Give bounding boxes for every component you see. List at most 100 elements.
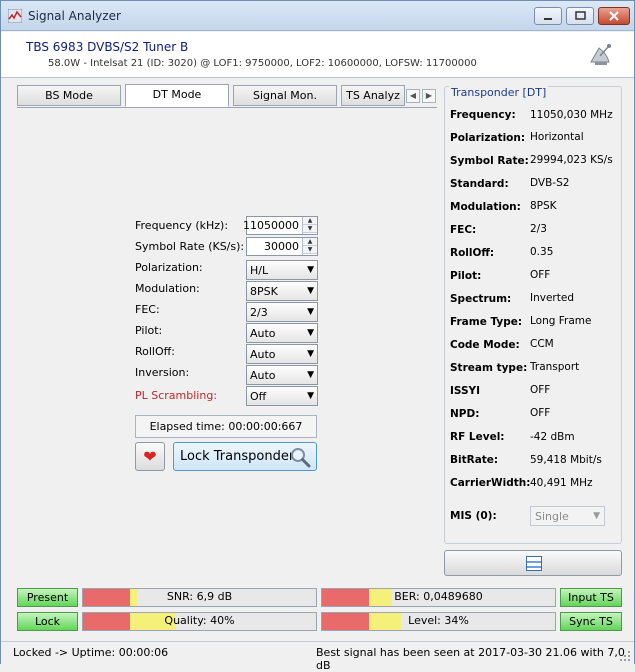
favorite-button[interactable]: ❤	[135, 442, 165, 471]
lock-transponder-label: Lock Transponder	[180, 449, 295, 464]
chevron-down-icon: ▼	[307, 328, 314, 338]
prop-value: DVB-S2	[530, 177, 570, 189]
inversion-select[interactable]: Auto ▼	[246, 365, 318, 385]
maximize-icon	[575, 11, 586, 20]
prop-label: Spectrum:	[450, 293, 512, 305]
prop-label: CarrierWidth:	[450, 477, 531, 489]
dt-mode-pane	[17, 107, 437, 579]
prop-value: 59,418 Mbit/s	[530, 454, 602, 466]
best-signal-status: Best signal has been seen at 2017-03-30 …	[316, 646, 625, 672]
modulation-select[interactable]: 8PSK ▼	[246, 281, 318, 301]
symbol-rate-input[interactable]: 30000 ▲ ▼	[246, 237, 318, 256]
prop-label: BitRate:	[450, 454, 499, 466]
spin-up-icon[interactable]: ▲	[303, 238, 317, 246]
spin-up-icon[interactable]: ▲	[303, 217, 317, 225]
prop-label: Frequency:	[450, 109, 516, 121]
prop-value: 8PSK	[530, 200, 557, 212]
modulation-label: Modulation:	[135, 282, 200, 295]
transponder-title: Transponder [DT]	[449, 86, 549, 99]
prop-label: Polarization:	[450, 132, 526, 144]
pilot-value: Auto	[250, 327, 276, 340]
prop-value: -42 dBm	[530, 431, 575, 443]
prop-value: 2/3	[530, 223, 547, 235]
mis-value: Single	[535, 510, 569, 523]
prop-label: Stream type:	[450, 362, 528, 374]
heart-icon: ❤	[143, 447, 157, 466]
prop-label: NPD:	[450, 408, 480, 420]
chevron-down-icon: ▼	[307, 307, 314, 317]
mode-tabs: BS Mode DT Mode Signal Mon. TS Analyz ◀ …	[17, 84, 437, 107]
tuner-name: TBS 6983 DVBS/S2 Tuner B	[26, 40, 189, 54]
rolloff-select[interactable]: Auto ▼	[246, 344, 318, 364]
prop-value: Long Frame	[530, 315, 592, 327]
prop-label: Modulation:	[450, 201, 521, 213]
tab-dt-mode[interactable]: DT Mode	[125, 84, 229, 107]
tuner-header: TBS 6983 DVBS/S2 Tuner B 58.0W - Intelsa…	[1, 32, 634, 78]
pl-scrambling-select[interactable]: Off ▼	[246, 386, 318, 406]
prop-value: CCM	[530, 338, 554, 350]
prop-value: Inverted	[530, 292, 574, 304]
tab-scroll-left-icon[interactable]: ◀	[406, 89, 420, 103]
present-indicator: Present	[17, 588, 78, 607]
pilot-label: Pilot:	[135, 324, 163, 337]
status-bar: Locked -> Uptime: 00:00:06 Best signal h…	[1, 641, 634, 672]
fec-label: FEC:	[135, 303, 160, 316]
tab-bs-mode[interactable]: BS Mode	[17, 85, 121, 106]
polarization-select[interactable]: H/L ▼	[246, 260, 318, 280]
prop-label: Symbol Rate:	[450, 155, 529, 167]
chevron-down-icon: ▼	[307, 349, 314, 359]
spin-down-icon[interactable]: ▼	[303, 246, 317, 254]
prop-label: RF Level:	[450, 431, 505, 443]
tab-scroll-right-icon[interactable]: ▶	[422, 89, 436, 103]
spin-down-icon[interactable]: ▼	[303, 225, 317, 233]
fec-value: 2/3	[250, 306, 268, 319]
sync-ts-indicator: Sync TS	[560, 612, 622, 631]
mis-select: Single ▼	[530, 506, 605, 526]
lock-indicator: Lock	[17, 612, 78, 631]
title-bar[interactable]: Signal Analyzer	[1, 1, 634, 31]
prop-value: OFF	[530, 384, 551, 396]
close-button[interactable]	[598, 7, 630, 25]
mis-label: MIS (0):	[450, 510, 497, 522]
frequency-input[interactable]: 11050000 ▲ ▼	[243, 216, 318, 235]
prop-value: OFF	[530, 407, 551, 419]
level-label: Level: 34%	[408, 614, 469, 627]
inversion-label: Inversion:	[135, 366, 190, 379]
chevron-down-icon: ▼	[307, 391, 314, 401]
minimize-button[interactable]	[534, 7, 562, 25]
fec-select[interactable]: 2/3 ▼	[246, 302, 318, 322]
prop-value: OFF	[530, 269, 551, 281]
uptime-status: Locked -> Uptime: 00:00:06	[13, 646, 169, 659]
prop-label: Standard:	[450, 178, 509, 190]
ber-label: BER: 0,0489680	[394, 590, 483, 603]
frequency-label: Frequency (kHz):	[135, 219, 229, 232]
prop-value: Transport	[530, 361, 580, 373]
chevron-down-icon: ▼	[307, 286, 314, 296]
signal-analyzer-window: Signal Analyzer TBS 6983 DVBS/S2 Tuner B…	[0, 0, 635, 672]
maximize-button[interactable]	[566, 7, 594, 25]
panel-icon	[526, 556, 542, 571]
prop-label: RollOff:	[450, 247, 495, 259]
prop-label: ISSYI	[450, 385, 481, 397]
symbol-rate-label: Symbol Rate (KS/s):	[135, 240, 245, 253]
symbol-rate-spinner[interactable]: ▲ ▼	[302, 238, 317, 255]
rolloff-value: Auto	[250, 348, 276, 361]
rolloff-label: RollOff:	[135, 345, 175, 358]
satellite-dish-icon	[590, 44, 611, 65]
lock-transponder-button[interactable]: Lock Transponder	[173, 442, 317, 471]
level-meter: Level: 34%	[321, 612, 556, 631]
pl-scrambling-label: PL Scrambling:	[135, 389, 218, 402]
polarization-label: Polarization:	[135, 261, 203, 274]
frequency-spinner[interactable]: ▲ ▼	[302, 217, 317, 234]
prop-value: 11050,030 MHz	[530, 109, 613, 121]
polarization-value: H/L	[250, 264, 269, 277]
prop-value: 0.35	[530, 246, 554, 258]
panel-toggle-button[interactable]	[444, 550, 622, 576]
resize-grip-icon[interactable]	[619, 650, 631, 662]
input-ts-indicator: Input TS	[560, 588, 622, 607]
tab-ts-analyzer[interactable]: TS Analyz	[341, 85, 405, 106]
pilot-select[interactable]: Auto ▼	[246, 323, 318, 343]
frequency-value: 11050000	[243, 219, 299, 232]
prop-value: 40,491 MHz	[530, 477, 593, 489]
tab-signal-mon[interactable]: Signal Mon.	[233, 85, 337, 106]
